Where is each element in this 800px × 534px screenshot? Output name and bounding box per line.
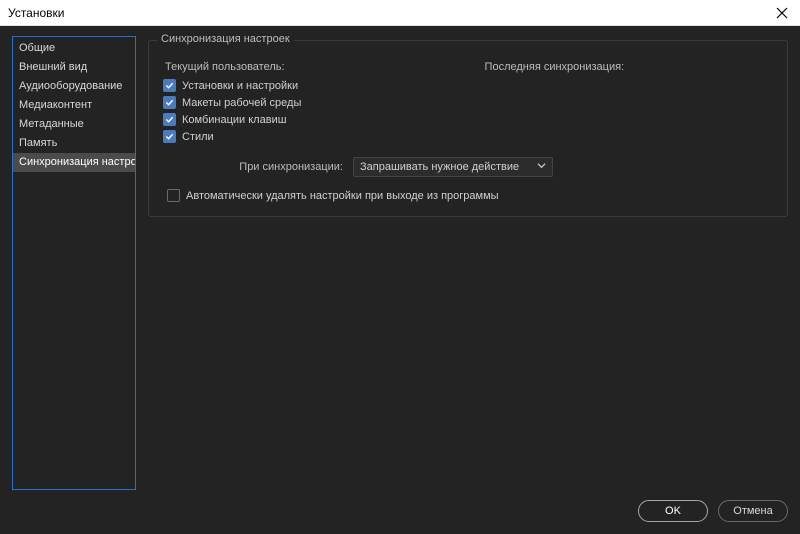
sync-settings-group: Синхронизация настроек Текущий пользоват…	[148, 40, 788, 217]
button-label: Отмена	[733, 505, 772, 517]
on-sync-row: При синхронизации: Запрашивать нужное де…	[163, 157, 773, 177]
close-icon[interactable]	[772, 3, 792, 23]
checkbox-styles[interactable]	[163, 130, 176, 143]
dialog-footer: OK Отмена	[12, 490, 788, 522]
checkbox-workspace[interactable]	[163, 96, 176, 109]
titlebar: Установки	[0, 0, 800, 26]
sidebar-item-label: Синхронизация настроек	[19, 156, 135, 168]
checkbox-row-workspace: Макеты рабочей среды	[163, 96, 773, 109]
cancel-button[interactable]: Отмена	[718, 500, 788, 522]
sidebar-item-sync-settings[interactable]: Синхронизация настроек	[13, 153, 135, 172]
button-label: OK	[665, 505, 681, 517]
checkbox-label: Комбинации клавиш	[182, 114, 287, 126]
checkbox-label: Установки и настройки	[182, 80, 298, 92]
dialog-body: Общие Внешний вид Аудиооборудование Меди…	[0, 26, 800, 534]
chevron-down-icon	[537, 161, 546, 173]
sidebar-item-label: Внешний вид	[19, 61, 87, 73]
checkbox-auto-delete[interactable]	[167, 189, 180, 202]
on-sync-label: При синхронизации:	[163, 161, 353, 173]
last-sync-label: Последняя синхронизация:	[485, 61, 625, 73]
sidebar-item-appearance[interactable]: Внешний вид	[13, 58, 135, 77]
checkbox-shortcuts[interactable]	[163, 113, 176, 126]
checkbox-label: Стили	[182, 131, 214, 143]
main-panel: Синхронизация настроек Текущий пользоват…	[148, 36, 788, 490]
checkbox-label: Макеты рабочей среды	[182, 97, 301, 109]
checkbox-row-styles: Стили	[163, 130, 773, 143]
header-labels: Текущий пользователь: Последняя синхрони…	[163, 61, 773, 73]
current-user-label: Текущий пользователь:	[163, 61, 285, 73]
sidebar-item-metadata[interactable]: Метаданные	[13, 115, 135, 134]
checkbox-row-prefs: Установки и настройки	[163, 79, 773, 92]
dropdown-value: Запрашивать нужное действие	[360, 161, 519, 173]
sidebar-item-label: Медиаконтент	[19, 99, 92, 111]
sidebar-item-label: Память	[19, 137, 57, 149]
checkbox-row-shortcuts: Комбинации клавиш	[163, 113, 773, 126]
content-row: Общие Внешний вид Аудиооборудование Меди…	[12, 36, 788, 490]
sidebar-item-label: Метаданные	[19, 118, 84, 130]
sidebar-item-label: Общие	[19, 42, 55, 54]
ok-button[interactable]: OK	[638, 500, 708, 522]
window-title: Установки	[8, 6, 772, 20]
checkbox-label: Автоматически удалять настройки при выхо…	[186, 190, 499, 202]
sidebar-item-media[interactable]: Медиаконтент	[13, 96, 135, 115]
sidebar-item-memory[interactable]: Память	[13, 134, 135, 153]
checkbox-prefs[interactable]	[163, 79, 176, 92]
on-sync-dropdown[interactable]: Запрашивать нужное действие	[353, 157, 553, 177]
group-title: Синхронизация настроек	[157, 33, 294, 45]
sidebar-item-general[interactable]: Общие	[13, 39, 135, 58]
sidebar: Общие Внешний вид Аудиооборудование Меди…	[12, 36, 136, 490]
sidebar-item-label: Аудиооборудование	[19, 80, 122, 92]
sidebar-item-audio[interactable]: Аудиооборудование	[13, 77, 135, 96]
auto-delete-row: Автоматически удалять настройки при выхо…	[167, 189, 773, 202]
